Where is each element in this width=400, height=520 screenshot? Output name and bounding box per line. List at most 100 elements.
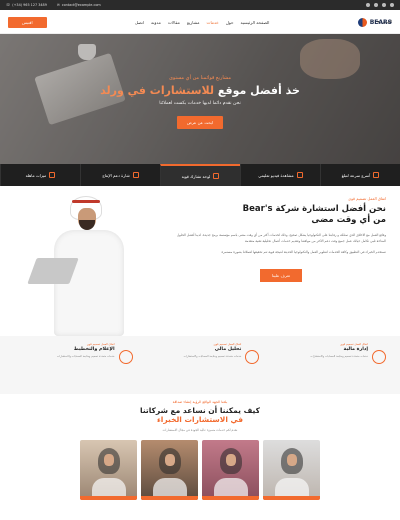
hero-title-main: خذ أفضل موقع [217, 84, 300, 97]
feature-item[interactable]: أسرع سرعة لتبلغ [320, 164, 400, 186]
about-section: اتفاق العمل تصميم قوي نحن أفضل استشارة ش… [0, 186, 400, 336]
feature-label: شارة دعم الإنتاج [102, 172, 130, 178]
instagram-icon[interactable] [390, 3, 394, 7]
menu-item-projects[interactable]: مشاريع [187, 20, 200, 25]
email-contact[interactable]: ✉ contact@example.com [57, 3, 101, 7]
about-button[interactable]: تعرف علينا [259, 268, 302, 282]
service-kicker: اتفاق العمل تصميم قوي [86, 342, 115, 346]
service-desc: خدمات متعددة تصميم ومتابعة الحسابات والا… [56, 355, 115, 358]
menu-item-services[interactable]: خدمات [207, 20, 219, 25]
feature-item[interactable]: ميزات ماهلة [0, 164, 80, 186]
gallery-face [225, 454, 236, 466]
gallery-accent-bar [202, 496, 259, 500]
service-kicker: اتفاق العمل تصميم قوي [340, 342, 368, 346]
hero-button[interactable]: ابحث عن عرض [176, 116, 224, 129]
about-text: اتفاق العمل تصميم قوي نحن أفضل استشارة ش… [176, 196, 386, 326]
menu-item-home[interactable]: الصفحة الرئيسية [241, 20, 270, 25]
twitter-icon[interactable] [374, 3, 378, 7]
help-kicker: بلغنا الجهد الواقع الرؤية إنشاء صداقة [172, 400, 228, 404]
consultant-image [14, 196, 164, 336]
gallery-photo[interactable] [80, 440, 137, 500]
facebook-icon[interactable] [366, 3, 370, 7]
menu-item-articles[interactable]: مقالات [168, 20, 180, 25]
phone-icon: ☏ [6, 3, 11, 7]
piggy-bank-icon [245, 350, 260, 364]
hero-content: مشاريع قوائمنا من أي مستوى خذ أفضل موقع … [0, 34, 400, 164]
page: ☏ (+34) 965 127 3489 ✉ contact@example.com… [0, 0, 400, 520]
service-item[interactable]: اتفاق العمل تصميم قوي تحليل مالي خدمات م… [141, 342, 260, 388]
brand-text: BEARS [369, 18, 392, 26]
top-bar: ☏ (+34) 965 127 3489 ✉ contact@example.com [0, 0, 400, 10]
help-title: كيف يمكننا أن نساعد مع شركاتنا في الاستش… [0, 406, 400, 425]
service-item[interactable]: اتفاق العمل تصميم قوي الإعلام والتخطيط خ… [14, 342, 133, 388]
tools-icon [49, 172, 56, 178]
gallery-photo[interactable] [263, 440, 320, 500]
brand-mark-icon [357, 17, 367, 27]
top-contacts: ☏ (+34) 965 127 3489 ✉ contact@example.com [6, 3, 101, 7]
gallery-accent-bar [263, 496, 320, 500]
phone-contact[interactable]: ☏ (+34) 965 127 3489 [6, 3, 47, 7]
gallery-face [286, 454, 297, 466]
service-title: إدارة مالية [343, 347, 368, 352]
quote-button[interactable]: اقتبس [8, 16, 47, 28]
service-title: تحليل مالي [214, 347, 242, 352]
hero-subtitle: نحن نقدم دائما لديها خدمات بكست لعملائنا [159, 101, 241, 106]
email-text: contact@example.com [61, 3, 101, 7]
mail-icon: ✉ [56, 3, 60, 7]
service-desc: خدمات متعددة تصميم ومتابعة الحسابات والا… [310, 355, 368, 358]
menu-item-contact[interactable]: اتصل [135, 20, 144, 25]
linkedin-icon[interactable] [382, 3, 386, 7]
feature-item[interactable]: مشاهدة فيديو تعليمي [240, 164, 320, 186]
menu: الصفحة الرئيسية حول خدمات مشاريع مقالات … [135, 20, 270, 25]
feature-item[interactable]: شارة دعم الإنتاج [80, 164, 160, 186]
services-section: اتفاق العمل تصميم قوي إدارة مالية خدمات … [0, 336, 400, 394]
gear-icon [118, 350, 133, 364]
video-icon [296, 172, 303, 178]
hero: مشاريع قوائمنا من أي مستوى خذ أفضل موقع … [0, 34, 400, 164]
consultant-beard [79, 220, 95, 230]
help-desc: نقدم لكم خدمات متميزة عالية الجودة في مج… [162, 427, 238, 432]
help-title-line1: كيف يمكننا أن نساعد مع شركاتنا [140, 406, 260, 415]
social-links [366, 3, 394, 7]
consultant-agal [72, 200, 100, 203]
about-kicker: اتفاق العمل تصميم قوي [348, 196, 386, 201]
hero-kicker: مشاريع قوائمنا من أي مستوى [168, 75, 232, 81]
hero-title: خذ أفضل موقع للاستشارات في ورلد [100, 84, 300, 97]
about-paragraph-1: وقائع العمل مع الاخلاق الذي تمتلكه و رقا… [176, 232, 386, 243]
consultant-figure [27, 196, 124, 336]
gallery-face [164, 454, 175, 466]
menu-item-about[interactable]: حول [226, 20, 234, 25]
brand[interactable]: BEARS [357, 17, 392, 27]
menu-item-blog[interactable]: مدونة [151, 20, 161, 25]
feature-label: ميزات ماهلة [25, 172, 47, 178]
service-desc: خدمات متعددة تصميم ومتابعة الحسابات والا… [183, 355, 242, 358]
feature-strip: أسرع سرعة لتبلغ مشاهدة فيديو تعليمي لوحة… [0, 164, 400, 186]
feature-item-active[interactable]: لوحة تشارك قوية [160, 164, 240, 186]
about-paragraph-2: تستخدم الخبراء في التطبيق وكافة الخدمات … [221, 250, 386, 255]
feature-label: أسرع سرعة لتبلغ [341, 172, 371, 178]
nav-overlay: BEARS الصفحة الرئيسية حول خدمات مشاريع م… [0, 10, 400, 34]
service-kicker: اتفاق العمل تصميم قوي [213, 342, 242, 346]
ship-icon [372, 350, 386, 364]
gallery-face [103, 454, 114, 466]
help-title-line2: في الاستشارات الخبراء [156, 415, 244, 425]
help-section: بلغنا الجهد الواقع الرؤية إنشاء صداقة كي… [0, 394, 400, 440]
service-title: الإعلام والتخطيط [73, 347, 115, 352]
phone-text: (+34) 965 127 3489 [12, 3, 47, 7]
feature-label: لوحة تشارك قوية [181, 173, 211, 179]
hero-title-accent: للاستشارات في ورلد [100, 84, 215, 97]
gallery-photo[interactable] [141, 440, 198, 500]
service-body: اتفاق العمل تصميم قوي إدارة مالية خدمات … [310, 342, 368, 359]
board-icon [213, 173, 220, 179]
feature-label: مشاهدة فيديو تعليمي [258, 172, 294, 178]
about-title-line2: من أي وقت مضى [311, 215, 386, 226]
team-gallery [0, 440, 400, 500]
gallery-accent-bar [80, 496, 137, 500]
service-body: اتفاق العمل تصميم قوي تحليل مالي خدمات م… [184, 342, 242, 359]
service-item[interactable]: اتفاق العمل تصميم قوي إدارة مالية خدمات … [267, 342, 386, 388]
about-title-line1: نحن أفضل استشارة شركة Bear's [242, 204, 386, 214]
service-body: اتفاق العمل تصميم قوي الإعلام والتخطيط خ… [57, 342, 115, 359]
about-button-wrap: تعرف علينا [176, 262, 386, 282]
gallery-photo[interactable] [202, 440, 259, 500]
badge-icon [132, 172, 139, 178]
